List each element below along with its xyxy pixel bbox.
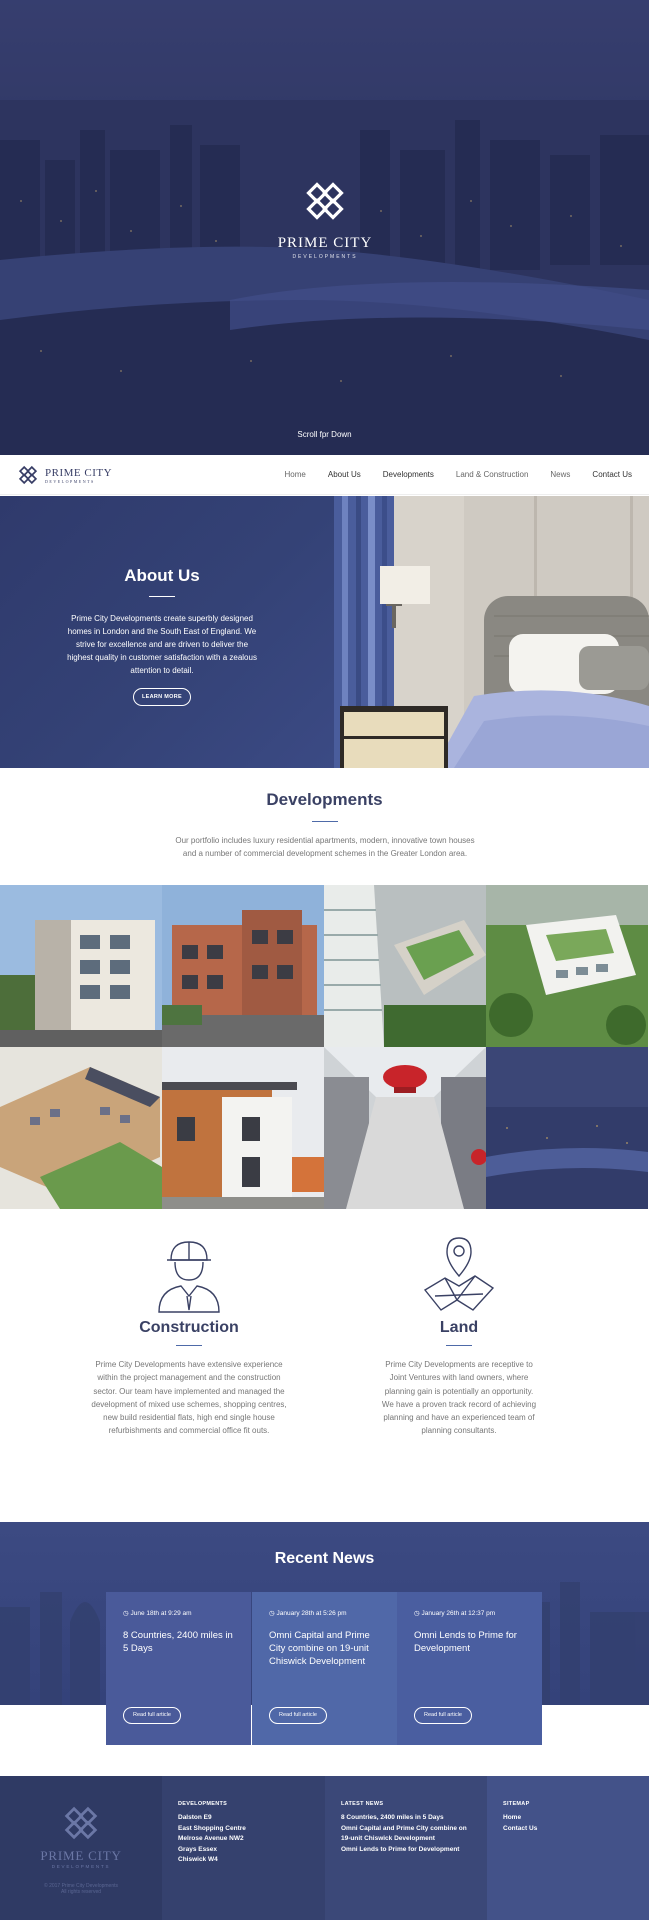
nav-logo[interactable]: PRIME CITY DEVELOPMENTS <box>17 464 112 486</box>
nav-links: Home About Us Developments Land & Constr… <box>263 470 632 479</box>
news-date: ◷ January 28th at 5:26 pm <box>269 1610 347 1617</box>
construction-divider <box>176 1345 202 1346</box>
developments-section: Developments Our portfolio includes luxu… <box>0 768 649 885</box>
hero-logo[interactable]: PRIME CITY DEVELOPMENTS <box>270 178 380 260</box>
news-card-title[interactable]: 8 Countries, 2400 miles in 5 Days <box>123 1629 234 1655</box>
gallery-image-6[interactable] <box>162 1047 324 1209</box>
footer-news-heading: LATEST NEWS <box>341 1801 384 1807</box>
site-footer: PRIME CITY DEVELOPMENTS © 2017 Prime Cit… <box>0 1776 649 1920</box>
footer-news-link[interactable]: Omni Capital and Prime City combine on 1… <box>341 1824 473 1845</box>
footer-dev-link[interactable]: East Shopping Centre <box>178 1824 325 1835</box>
gallery-image-8[interactable] <box>486 1047 648 1209</box>
recent-news-section: Recent News ◷ June 18th at 9:29 am 8 Cou… <box>0 1522 649 1776</box>
hero-brand-sub: DEVELOPMENTS <box>292 254 358 260</box>
nav-link-about[interactable]: About Us <box>328 470 361 479</box>
news-title: Recent News <box>274 1550 375 1567</box>
nav-link-developments[interactable]: Developments <box>383 470 434 479</box>
land-divider <box>446 1345 472 1346</box>
footer-sitemap-link[interactable]: Contact Us <box>503 1824 649 1835</box>
footer-news-column: LATEST NEWS 8 Countries, 2400 miles in 5… <box>325 1776 487 1920</box>
footer-news-link[interactable]: 8 Countries, 2400 miles in 5 Days <box>341 1813 473 1824</box>
footer-news-link[interactable]: Omni Lends to Prime for Development <box>341 1845 473 1856</box>
nav-link-home[interactable]: Home <box>285 470 306 479</box>
nav-link-news[interactable]: News <box>550 470 570 479</box>
construction-title: Construction <box>139 1319 239 1336</box>
footer-dev-link[interactable]: Melrose Avenue NW2 <box>178 1834 325 1845</box>
hero-brand-name: PRIME CITY <box>277 235 373 251</box>
main-navigation: PRIME CITY DEVELOPMENTS Home About Us De… <box>0 455 649 495</box>
developments-divider <box>312 821 338 822</box>
footer-dev-link[interactable]: Grays Essex <box>178 1845 325 1856</box>
footer-rights: All rights reserved <box>60 1889 101 1895</box>
services-section: Construction Prime City Developments hav… <box>0 1209 649 1522</box>
land-body: Prime City Developments are receptive to… <box>381 1360 537 1436</box>
read-article-button[interactable]: Read full article <box>123 1707 181 1724</box>
about-text-panel: About Us Prime City Developments create … <box>0 496 334 768</box>
map-pin-icon <box>423 1237 495 1311</box>
news-card-1[interactable]: ◷ June 18th at 9:29 am 8 Countries, 2400… <box>106 1592 251 1745</box>
read-article-button[interactable]: Read full article <box>414 1707 472 1724</box>
read-article-button[interactable]: Read full article <box>269 1707 327 1724</box>
news-card-3[interactable]: ◷ January 26th at 12:37 pm Omni Lends to… <box>397 1592 542 1745</box>
hero-section: PRIME CITY DEVELOPMENTS Scroll fpr Down <box>0 0 649 455</box>
construction-body: Prime City Developments have extensive e… <box>91 1360 287 1436</box>
footer-sitemap-column: SITEMAP Home Contact Us <box>487 1776 649 1920</box>
news-card-2[interactable]: ◷ January 28th at 5:26 pm Omni Capital a… <box>252 1592 397 1745</box>
nav-brand-name: PRIME CITY <box>45 466 113 479</box>
news-card-title[interactable]: Omni Lends to Prime for Development <box>414 1629 525 1655</box>
footer-sitemap-heading: SITEMAP <box>503 1801 530 1807</box>
about-section: About Us Prime City Developments create … <box>0 496 649 768</box>
gallery-image-1[interactable] <box>0 885 162 1047</box>
learn-more-button[interactable]: LEARN MORE <box>133 688 191 706</box>
footer-dev-link[interactable]: Dalston E9 <box>178 1813 325 1824</box>
footer-sitemap-link[interactable]: Home <box>503 1813 649 1824</box>
bedroom-image <box>334 496 649 768</box>
nav-brand-sub: DEVELOPMENTS <box>45 478 95 484</box>
footer-dev-link[interactable]: Chiswick W4 <box>178 1855 325 1866</box>
gallery-image-3[interactable] <box>324 885 486 1047</box>
construction-column: Construction Prime City Developments hav… <box>89 1209 289 1438</box>
news-date: ◷ June 18th at 9:29 am <box>123 1610 192 1617</box>
scroll-down-link[interactable]: Scroll fpr Down <box>0 430 649 439</box>
brand-knot-icon <box>306 182 344 220</box>
about-title: About Us <box>124 566 200 585</box>
land-column: Land Prime City Developments are recepti… <box>359 1209 559 1438</box>
news-date: ◷ January 26th at 12:37 pm <box>414 1610 496 1617</box>
footer-developments-heading: DEVELOPMENTS <box>178 1801 228 1807</box>
gallery-image-4[interactable] <box>486 885 648 1047</box>
brand-knot-icon <box>64 1806 98 1840</box>
developments-title: Developments <box>266 790 383 809</box>
news-card-title[interactable]: Omni Capital and Prime City combine on 1… <box>269 1629 380 1668</box>
footer-developments-column: DEVELOPMENTS Dalston E9 East Shopping Ce… <box>162 1776 325 1920</box>
footer-brand-sub: DEVELOPMENTS <box>51 1864 111 1869</box>
land-title: Land <box>439 1319 479 1336</box>
about-divider <box>149 596 175 597</box>
brand-knot-icon <box>18 465 38 485</box>
footer-brand-column: PRIME CITY DEVELOPMENTS © 2017 Prime Cit… <box>0 1776 162 1920</box>
developments-body: Our portfolio includes luxury residentia… <box>175 836 475 858</box>
about-body: Prime City Developments create superbly … <box>67 614 257 675</box>
construction-worker-icon <box>158 1241 220 1313</box>
gallery-image-5[interactable] <box>0 1047 162 1209</box>
gallery-image-7[interactable] <box>324 1047 486 1209</box>
gallery-image-2[interactable] <box>162 885 324 1047</box>
nav-link-land-construction[interactable]: Land & Construction <box>456 470 529 479</box>
developments-gallery <box>0 885 649 1209</box>
footer-brand-name: PRIME CITY <box>40 1848 122 1863</box>
nav-link-contact[interactable]: Contact Us <box>592 470 632 479</box>
